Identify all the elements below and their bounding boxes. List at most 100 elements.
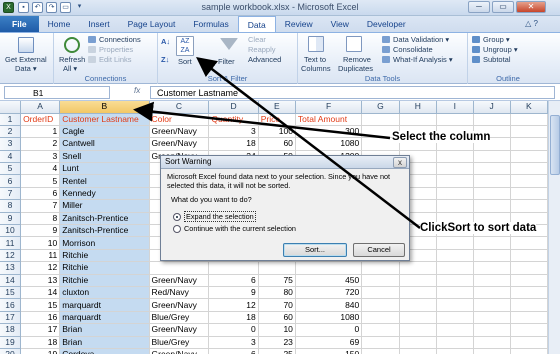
sort-dialog-icon[interactable]: AZ ZA	[176, 36, 194, 56]
cell[interactable]: OrderID	[20, 113, 61, 126]
cell[interactable]: 150	[295, 348, 363, 354]
cell[interactable]: 1080	[295, 311, 363, 325]
cell[interactable]: 12	[20, 261, 61, 275]
cell[interactable]: Green/Navy	[149, 298, 210, 312]
cell-selected[interactable]: Brian	[59, 323, 150, 337]
cell[interactable]	[361, 348, 400, 354]
cell[interactable]: 6	[208, 274, 259, 287]
cell[interactable]	[361, 311, 400, 325]
cell[interactable]	[399, 261, 438, 275]
row-header[interactable]: 1	[0, 113, 22, 126]
cell[interactable]	[510, 286, 548, 300]
cell-selected[interactable]: Morrison	[59, 236, 150, 250]
sort-z-a-icon[interactable]: Z↓	[161, 55, 169, 64]
cell[interactable]	[208, 261, 259, 275]
remove-duplicates-button[interactable]: Remove	[343, 55, 371, 64]
cell[interactable]: Green/Navy	[149, 274, 210, 287]
cell[interactable]: 10	[20, 236, 61, 250]
cell[interactable]: 69	[295, 336, 363, 349]
cell[interactable]	[436, 286, 474, 300]
what-if-analysis-button[interactable]: What-If Analysis ▾	[393, 55, 453, 64]
cell[interactable]: 0	[208, 323, 259, 337]
cell[interactable]: 450	[295, 274, 363, 287]
cell[interactable]	[510, 236, 548, 250]
cell[interactable]: 840	[295, 298, 363, 312]
cell[interactable]: 2	[20, 137, 61, 151]
cell-selected[interactable]: Lunt	[59, 162, 150, 176]
cell[interactable]	[436, 336, 474, 349]
cell-selected[interactable]: Ritchie	[59, 261, 150, 275]
cell[interactable]: 23	[258, 336, 296, 349]
ungroup-button[interactable]: Ungroup ▾	[483, 45, 518, 54]
cell[interactable]	[361, 274, 400, 287]
cell[interactable]: Quantity	[208, 113, 259, 126]
cell[interactable]	[436, 298, 474, 312]
fx-icon[interactable]: fx	[134, 86, 140, 95]
cell[interactable]	[361, 261, 400, 275]
continue-selection-radio[interactable]: Continue with the current selection	[173, 224, 296, 233]
cell[interactable]	[473, 236, 511, 250]
row-header[interactable]: 9	[0, 212, 22, 226]
get-external-data-button[interactable]: Get External	[5, 55, 47, 64]
cell[interactable]	[361, 323, 400, 337]
cell[interactable]: 80	[258, 286, 296, 300]
cell[interactable]	[473, 323, 511, 337]
cell[interactable]	[436, 323, 474, 337]
advanced-button[interactable]: Advanced	[248, 55, 281, 64]
cell[interactable]: 3	[20, 150, 61, 164]
row-header[interactable]: 15	[0, 286, 22, 300]
cell[interactable]: Green/Navy	[149, 348, 210, 354]
cell[interactable]	[399, 348, 438, 354]
cell[interactable]	[510, 311, 548, 325]
cell[interactable]	[361, 113, 400, 126]
sort-button-dialog[interactable]: Sort...	[283, 243, 347, 257]
cell[interactable]: 60	[258, 311, 296, 325]
cell-selected[interactable]: Snell	[59, 150, 150, 164]
cell[interactable]: Red/Navy	[149, 286, 210, 300]
cell[interactable]	[510, 298, 548, 312]
cell[interactable]: Color	[149, 113, 210, 126]
cell[interactable]	[361, 286, 400, 300]
cell[interactable]: 4	[20, 162, 61, 176]
cell[interactable]: Green/Navy	[149, 125, 210, 139]
cell[interactable]	[436, 261, 474, 275]
properties-button[interactable]: Properties	[99, 45, 133, 54]
cell[interactable]	[295, 261, 363, 275]
select-all-corner[interactable]	[0, 101, 22, 114]
cell[interactable]: 60	[258, 137, 296, 151]
data-validation-button[interactable]: Data Validation ▾	[393, 35, 449, 44]
cell[interactable]: 3	[208, 336, 259, 349]
tab-data[interactable]: Data	[237, 16, 276, 33]
cell-selected[interactable]: Ritchie	[59, 274, 150, 287]
clear-button[interactable]: Clear	[248, 35, 266, 44]
cell[interactable]	[473, 249, 511, 263]
cell[interactable]	[436, 174, 474, 188]
cell[interactable]	[399, 298, 438, 312]
column-header-selected[interactable]: B	[59, 101, 150, 114]
column-header[interactable]: I	[436, 101, 474, 114]
tab-view[interactable]: View	[322, 16, 358, 32]
cell[interactable]: 25	[258, 348, 296, 354]
cell[interactable]	[510, 125, 548, 139]
cell[interactable]	[510, 249, 548, 263]
cell[interactable]: 16	[20, 311, 61, 325]
row-header[interactable]: 5	[0, 162, 22, 176]
cell[interactable]	[436, 311, 474, 325]
row-header[interactable]: 17	[0, 311, 22, 325]
cell[interactable]	[399, 274, 438, 287]
cell[interactable]: 75	[258, 274, 296, 287]
sort-button[interactable]: Sort	[178, 57, 192, 66]
cell-selected[interactable]: marquardt	[59, 298, 150, 312]
refresh-all-button[interactable]: Refresh	[59, 55, 85, 64]
column-header[interactable]: E	[258, 101, 296, 114]
cell[interactable]	[510, 137, 548, 151]
cell[interactable]	[473, 298, 511, 312]
scroll-thumb[interactable]	[550, 115, 560, 175]
cell[interactable]	[436, 187, 474, 201]
cell-selected[interactable]: cluxton	[59, 286, 150, 300]
cell[interactable]: 9	[208, 286, 259, 300]
cell-selected[interactable]: marquardt	[59, 311, 150, 325]
cell-selected[interactable]: Zanitsch-Prentice	[59, 212, 150, 226]
cell[interactable]: 10	[258, 323, 296, 337]
column-header[interactable]: G	[361, 101, 400, 114]
